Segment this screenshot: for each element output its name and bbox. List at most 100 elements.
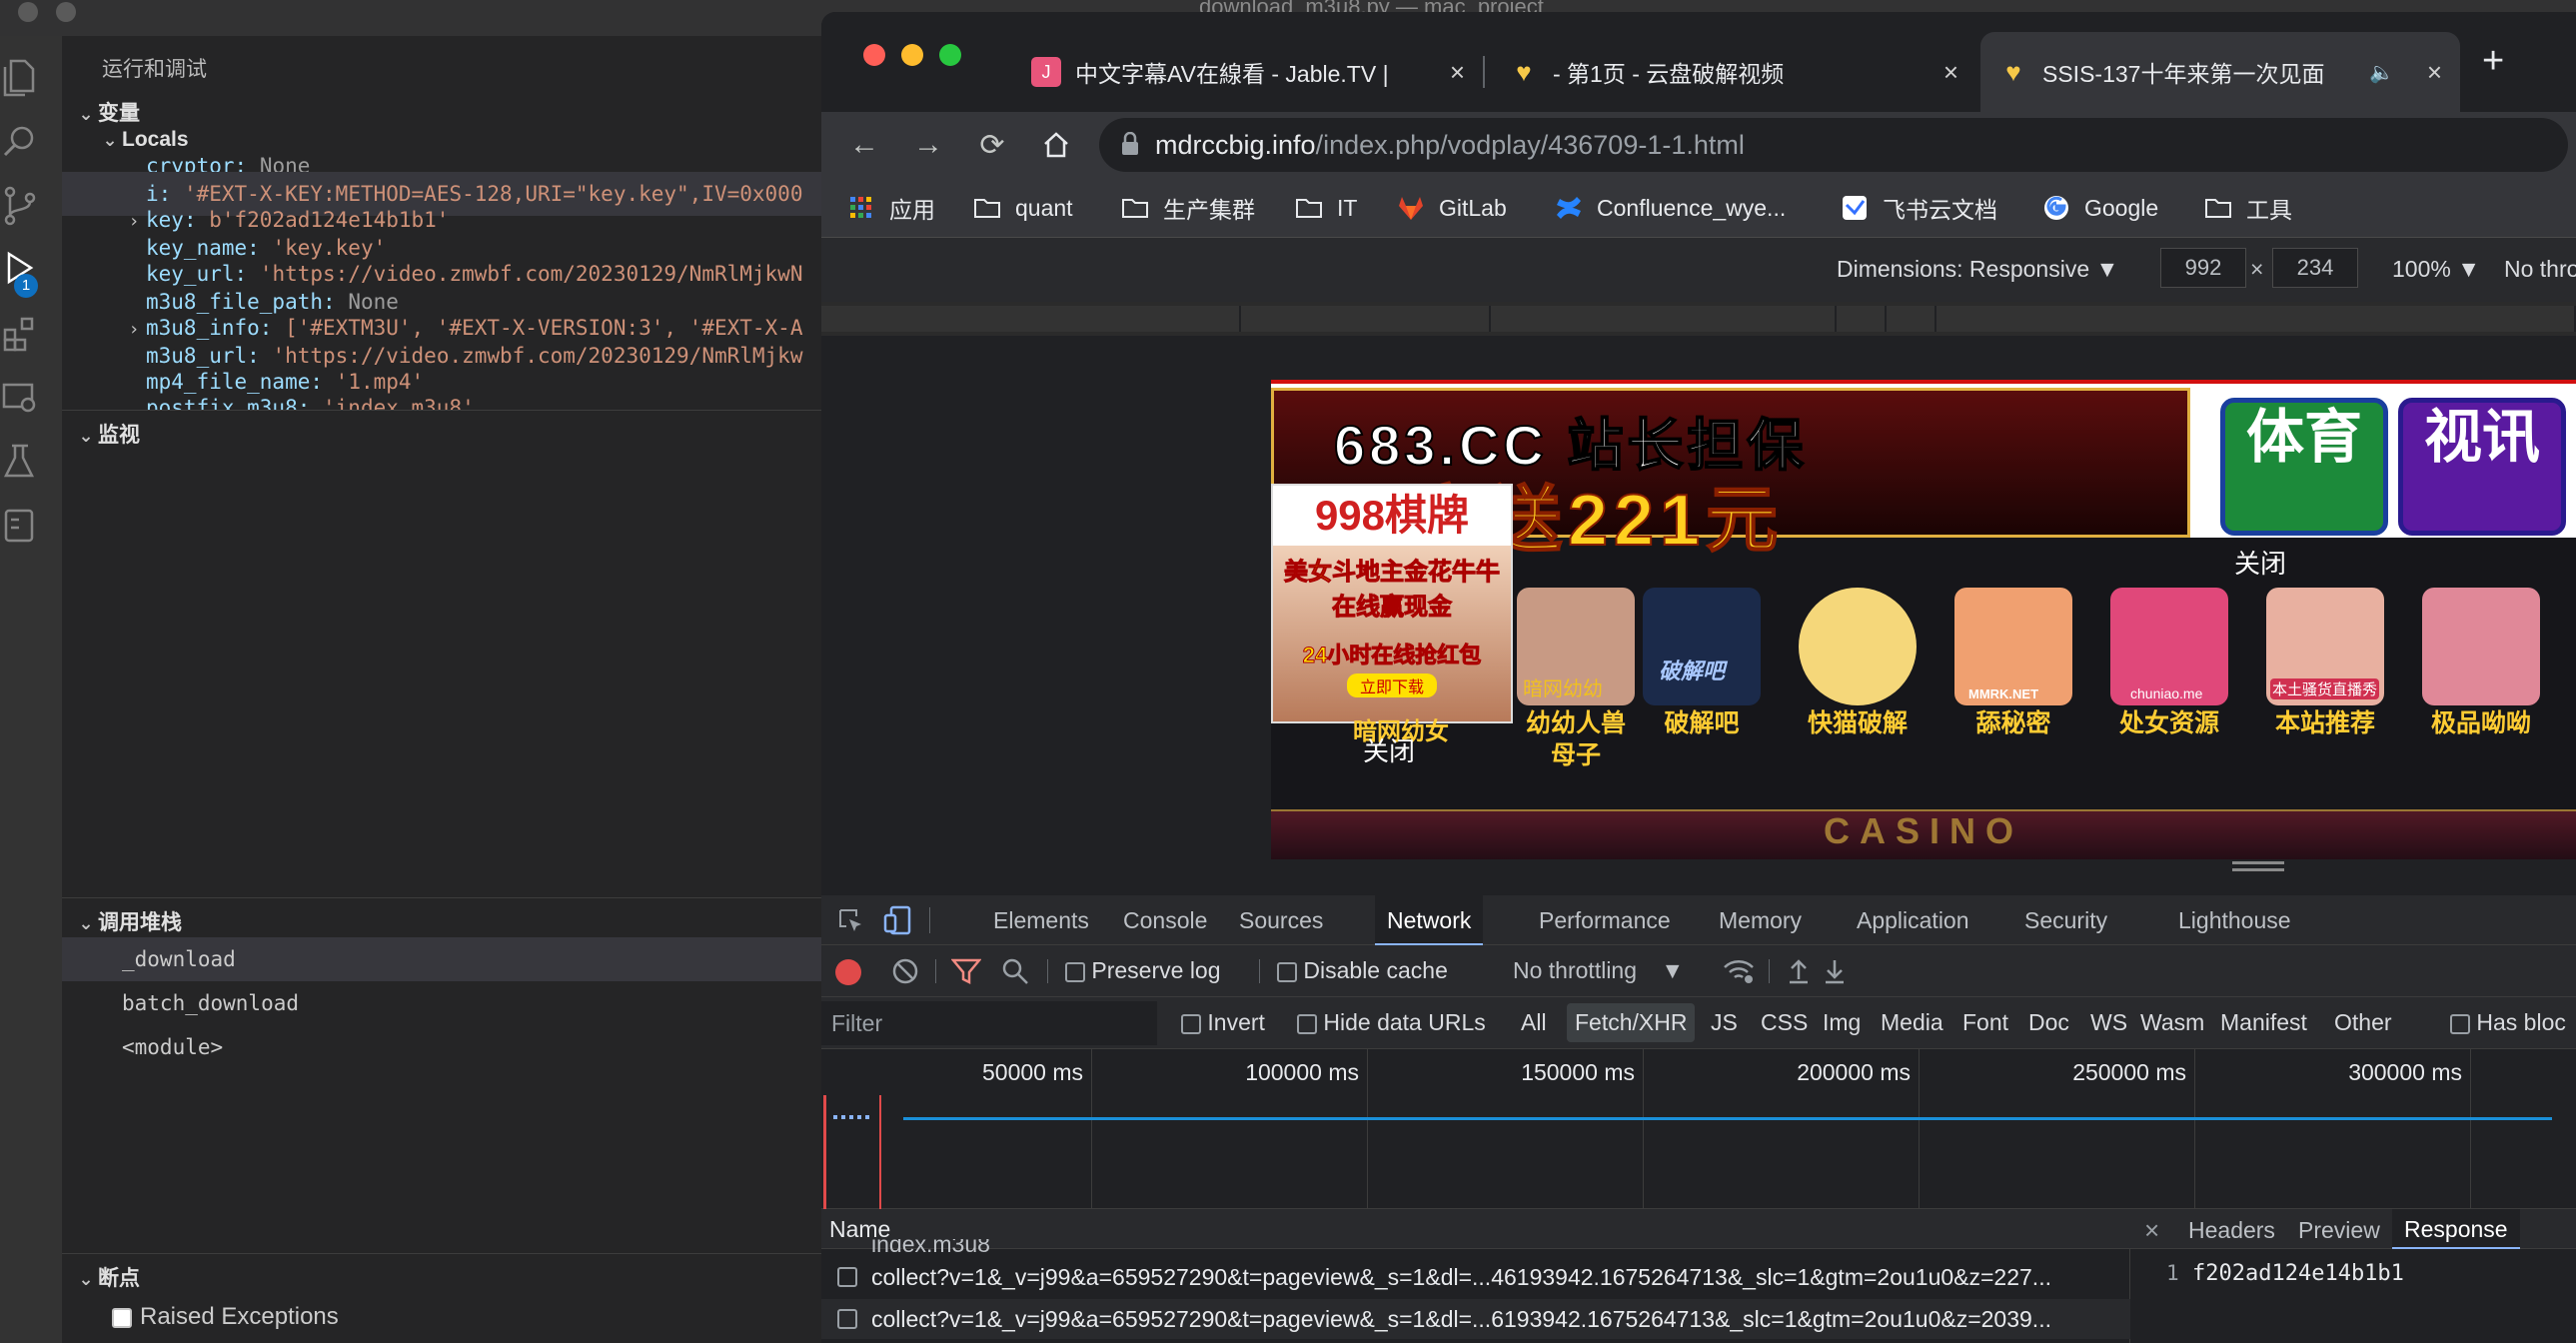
window-close-button[interactable] (18, 2, 38, 22)
tab-elements[interactable]: Elements (981, 895, 1101, 945)
bookmark-google[interactable]: Google (2042, 192, 2158, 224)
network-conditions-icon[interactable] (1723, 957, 1755, 991)
throttle-dropdown[interactable]: No thro (2504, 256, 2576, 283)
speaker-icon[interactable]: 🔈 (2369, 60, 2394, 85)
tab-lighthouse[interactable]: Lighthouse (2166, 895, 2303, 945)
close-ad-link[interactable]: 关闭 (2234, 544, 2286, 581)
close-detail-icon[interactable]: × (2144, 1215, 2159, 1246)
bookmark-confluence[interactable]: Confluence_wye... (1555, 192, 1786, 224)
type-filter-manifest[interactable]: Manifest (2220, 1009, 2307, 1036)
bookmark-quant[interactable]: quant (973, 192, 1073, 224)
sports-badge[interactable]: 体育 (2220, 398, 2388, 536)
inspect-element-icon[interactable] (837, 907, 865, 941)
bookmark-tools[interactable]: 工具 (2204, 192, 2292, 224)
raised-exceptions-checkbox[interactable] (112, 1307, 132, 1328)
new-tab-button[interactable]: + (2482, 40, 2504, 83)
window-minimize-button[interactable] (56, 2, 76, 22)
site-card[interactable]: 极品呦呦 (2422, 588, 2540, 739)
network-timeline-overview[interactable]: 50000 ms 100000 ms 150000 ms 200000 ms 2… (821, 1049, 2576, 1209)
site-card[interactable]: 本土骚货直播秀 本站推荐 (2266, 588, 2384, 739)
tab-console[interactable]: Console (1111, 895, 1219, 945)
raised-exceptions-row[interactable]: Raised Exceptions (62, 1295, 821, 1339)
explorer-icon[interactable] (0, 58, 40, 98)
address-bar[interactable]: mdrccbig.info/index.php/vodplay/436709-1… (1099, 118, 2568, 172)
record-button[interactable] (835, 959, 861, 985)
type-filter-media[interactable]: Media (1881, 1009, 1943, 1036)
maximize-window-button[interactable] (939, 44, 961, 66)
tab-network[interactable]: Network (1375, 895, 1484, 945)
tab-headers[interactable]: Headers (2188, 1217, 2275, 1244)
bookmark-feishu[interactable]: 飞书云文档 (1841, 192, 1997, 224)
has-blocked-option[interactable]: Has bloc (2450, 1009, 2566, 1036)
callstack-frame[interactable]: _download (62, 937, 821, 981)
site-card[interactable]: 破解吧 破解吧 (1643, 588, 1761, 739)
close-tab-icon[interactable]: × (1943, 57, 1958, 88)
disable-cache-option[interactable]: Disable cache (1277, 957, 1448, 984)
request-checkbox[interactable] (837, 1309, 857, 1329)
type-filter-font[interactable]: Font (1962, 1009, 2008, 1036)
bookmark-gitlab[interactable]: GitLab (1397, 192, 1507, 224)
has-blocked-checkbox[interactable] (2450, 1013, 2470, 1034)
extensions-icon[interactable] (0, 314, 40, 354)
tab-application[interactable]: Application (1845, 895, 1981, 945)
import-har-icon[interactable] (1785, 957, 1813, 991)
tab-performance[interactable]: Performance (1527, 895, 1683, 945)
tab-memory[interactable]: Memory (1707, 895, 1814, 945)
tab-yunpan[interactable]: ♥ - 第1页 - 云盘破解视频 × (1491, 32, 1976, 112)
type-filter-all[interactable]: All (1521, 1009, 1547, 1036)
export-har-icon[interactable] (1821, 957, 1849, 991)
bookmark-cluster[interactable]: 生产集群 (1121, 192, 1255, 224)
request-row[interactable]: index.m3u8 (821, 1239, 2130, 1257)
type-filter-css[interactable]: CSS (1761, 1009, 1808, 1036)
dimensions-dropdown[interactable]: Dimensions: Responsive ▼ (1837, 256, 2118, 283)
close-tab-icon[interactable]: × (2427, 57, 2442, 88)
type-filter-doc[interactable]: Doc (2028, 1009, 2069, 1036)
run-debug-icon[interactable]: 1 (0, 250, 40, 298)
invert-option[interactable]: Invert (1181, 1009, 1265, 1036)
forward-icon[interactable]: → (905, 122, 951, 168)
site-card[interactable]: chuniao.me 处女资源 (2110, 588, 2228, 739)
remote-explorer-icon[interactable] (0, 378, 40, 418)
close-popup-link[interactable]: 关闭 (1363, 731, 1415, 768)
popup-ad[interactable]: 998棋牌 美女斗地主金花牛牛 在线赢现金 24小时在线抢红包 立即下载 (1271, 484, 1513, 723)
site-card[interactable]: MMRK.NET 舔秘密 (1954, 588, 2072, 739)
tab-preview[interactable]: Preview (2298, 1217, 2380, 1244)
hide-data-urls-checkbox[interactable] (1297, 1013, 1317, 1034)
invert-checkbox[interactable] (1181, 1013, 1201, 1034)
close-tab-icon[interactable]: × (1450, 57, 1465, 88)
type-filter-img[interactable]: Img (1823, 1009, 1861, 1036)
search-icon[interactable] (0, 122, 40, 162)
height-input[interactable]: 234 (2272, 248, 2358, 288)
tab-jable[interactable]: J 中文字幕AV在線看 - Jable.TV | × (1013, 32, 1483, 112)
preserve-log-checkbox[interactable] (1065, 961, 1085, 982)
width-input[interactable]: 992 (2160, 248, 2246, 288)
source-control-icon[interactable] (0, 186, 40, 226)
hide-data-urls-option[interactable]: Hide data URLs (1297, 1009, 1486, 1036)
clear-icon[interactable] (891, 957, 919, 991)
home-icon[interactable] (1033, 122, 1079, 168)
tab-response[interactable]: Response (2392, 1209, 2520, 1249)
disable-cache-checkbox[interactable] (1277, 961, 1297, 982)
tab-security[interactable]: Security (2012, 895, 2119, 945)
search-icon[interactable] (1001, 957, 1029, 991)
reload-icon[interactable]: ⟳ (969, 122, 1015, 168)
filter-input[interactable]: Filter (821, 1001, 1157, 1045)
jupyter-icon[interactable] (0, 506, 40, 546)
back-icon[interactable]: ← (841, 122, 887, 168)
throttling-dropdown[interactable]: No throttling ▼ (1513, 957, 1684, 984)
request-row[interactable]: collect?v=1&_v=j99&a=659527290&t=pagevie… (821, 1257, 2130, 1297)
site-card[interactable]: 暗网幼幼 幼幼人兽 母子 (1517, 588, 1635, 771)
video-badge[interactable]: 视讯 (2398, 398, 2566, 536)
minimize-window-button[interactable] (901, 44, 923, 66)
callstack-frame[interactable]: <module> (62, 1025, 821, 1069)
type-filter-other[interactable]: Other (2334, 1009, 2392, 1036)
type-filter-ws[interactable]: WS (2090, 1009, 2127, 1036)
variable-row[interactable]: postfix_m3u8: 'index.m3u8' (62, 386, 821, 410)
callstack-frame[interactable]: batch_download (62, 981, 821, 1025)
preserve-log-option[interactable]: Preserve log (1065, 957, 1221, 984)
filter-icon[interactable] (950, 957, 982, 991)
bookmark-it[interactable]: IT (1295, 192, 1357, 224)
type-filter-js[interactable]: JS (1711, 1009, 1738, 1036)
bookmark-apps[interactable]: 应用 (847, 192, 935, 224)
zoom-dropdown[interactable]: 100% ▼ (2392, 256, 2480, 283)
